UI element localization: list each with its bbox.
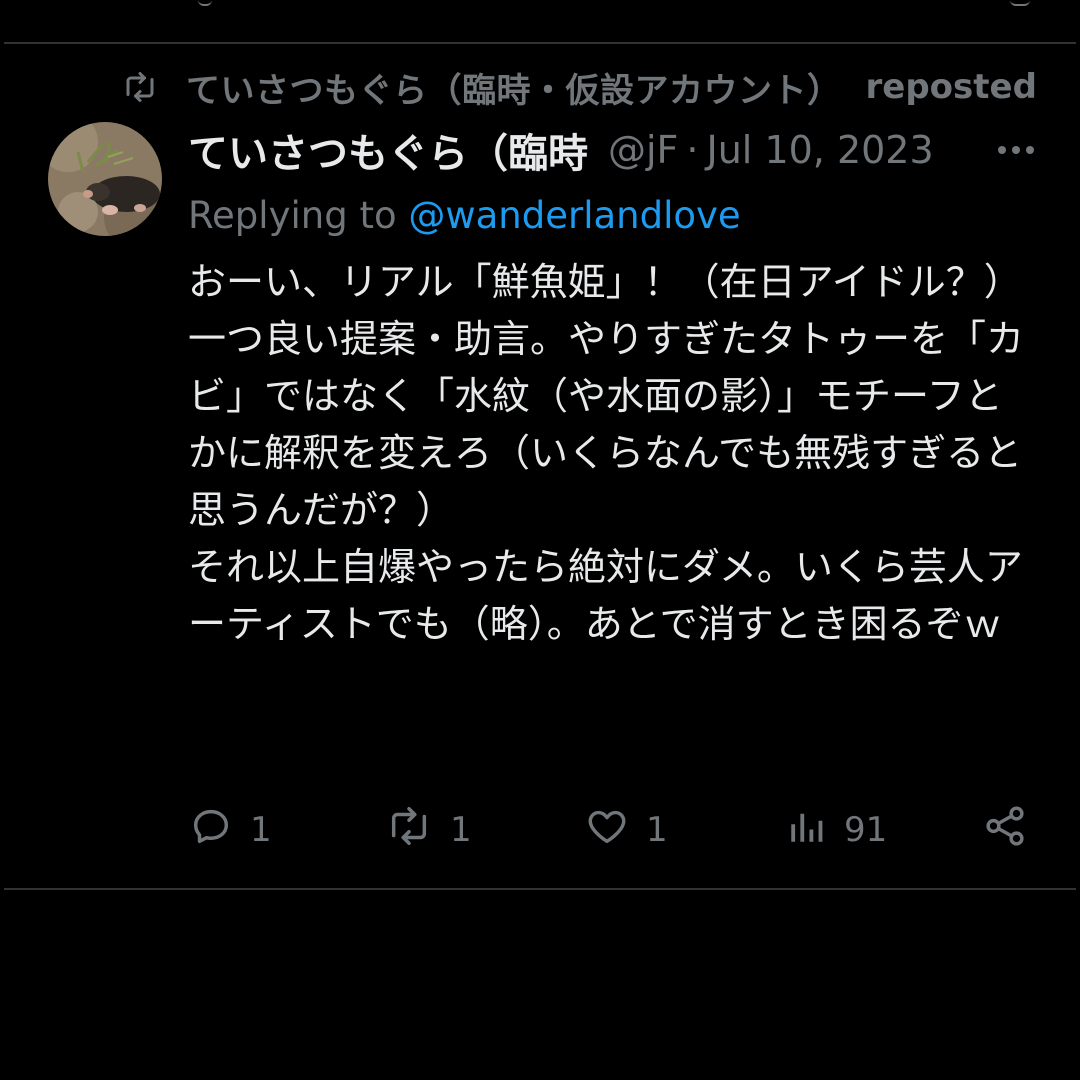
replying-to: Replying to @wanderlandlove	[188, 194, 741, 237]
bottom-divider	[4, 888, 1076, 890]
header-separator: ·	[686, 128, 699, 172]
repost-icon	[384, 803, 434, 858]
previous-post-icon-fragment	[198, 0, 212, 6]
views-button[interactable]: 91	[786, 800, 887, 860]
tweet-header: ていさつもぐら（臨時 @jF · Jul 10, 2023	[188, 122, 1038, 178]
like-count: 1	[646, 810, 668, 850]
tweet-text: おーい、リアル「鮮魚姫」！（在日アイドル？） 一つ良い提案・助言。やりすぎたタト…	[188, 260, 1025, 646]
previous-post-fragment	[0, 0, 1080, 10]
share-icon	[982, 803, 1028, 858]
more-options-icon[interactable]	[994, 130, 1038, 170]
post-date[interactable]: Jul 10, 2023	[707, 128, 934, 172]
user-handle[interactable]: @jF	[608, 128, 678, 172]
reply-button[interactable]: 1	[188, 800, 272, 860]
action-bar: 1 1 1 91	[188, 800, 1038, 860]
avatar[interactable]	[48, 122, 162, 236]
reposted-label: reposted	[865, 67, 1037, 107]
views-icon	[786, 803, 828, 858]
like-button[interactable]: 1	[584, 800, 668, 860]
repost-count: 1	[450, 810, 472, 850]
reply-count: 1	[250, 810, 272, 850]
repost-banner[interactable]: ていさつもぐら（臨時・仮設アカウント） reposted	[118, 62, 1037, 112]
repost-icon	[118, 67, 162, 107]
top-divider	[4, 42, 1076, 44]
reply-icon	[188, 803, 234, 858]
mole-avatar-image	[48, 122, 162, 236]
replying-to-prefix: Replying to	[188, 194, 409, 237]
heart-icon	[584, 803, 630, 858]
views-count: 91	[844, 810, 888, 850]
previous-post-icon-fragment	[1010, 0, 1030, 6]
reposter-name[interactable]: ていさつもぐら（臨時・仮設アカウント）	[186, 63, 842, 112]
display-name[interactable]: ていさつもぐら（臨時	[188, 121, 588, 179]
replying-to-mention[interactable]: @wanderlandlove	[408, 194, 740, 237]
repost-button[interactable]: 1	[384, 800, 472, 860]
share-button[interactable]	[982, 800, 1028, 860]
